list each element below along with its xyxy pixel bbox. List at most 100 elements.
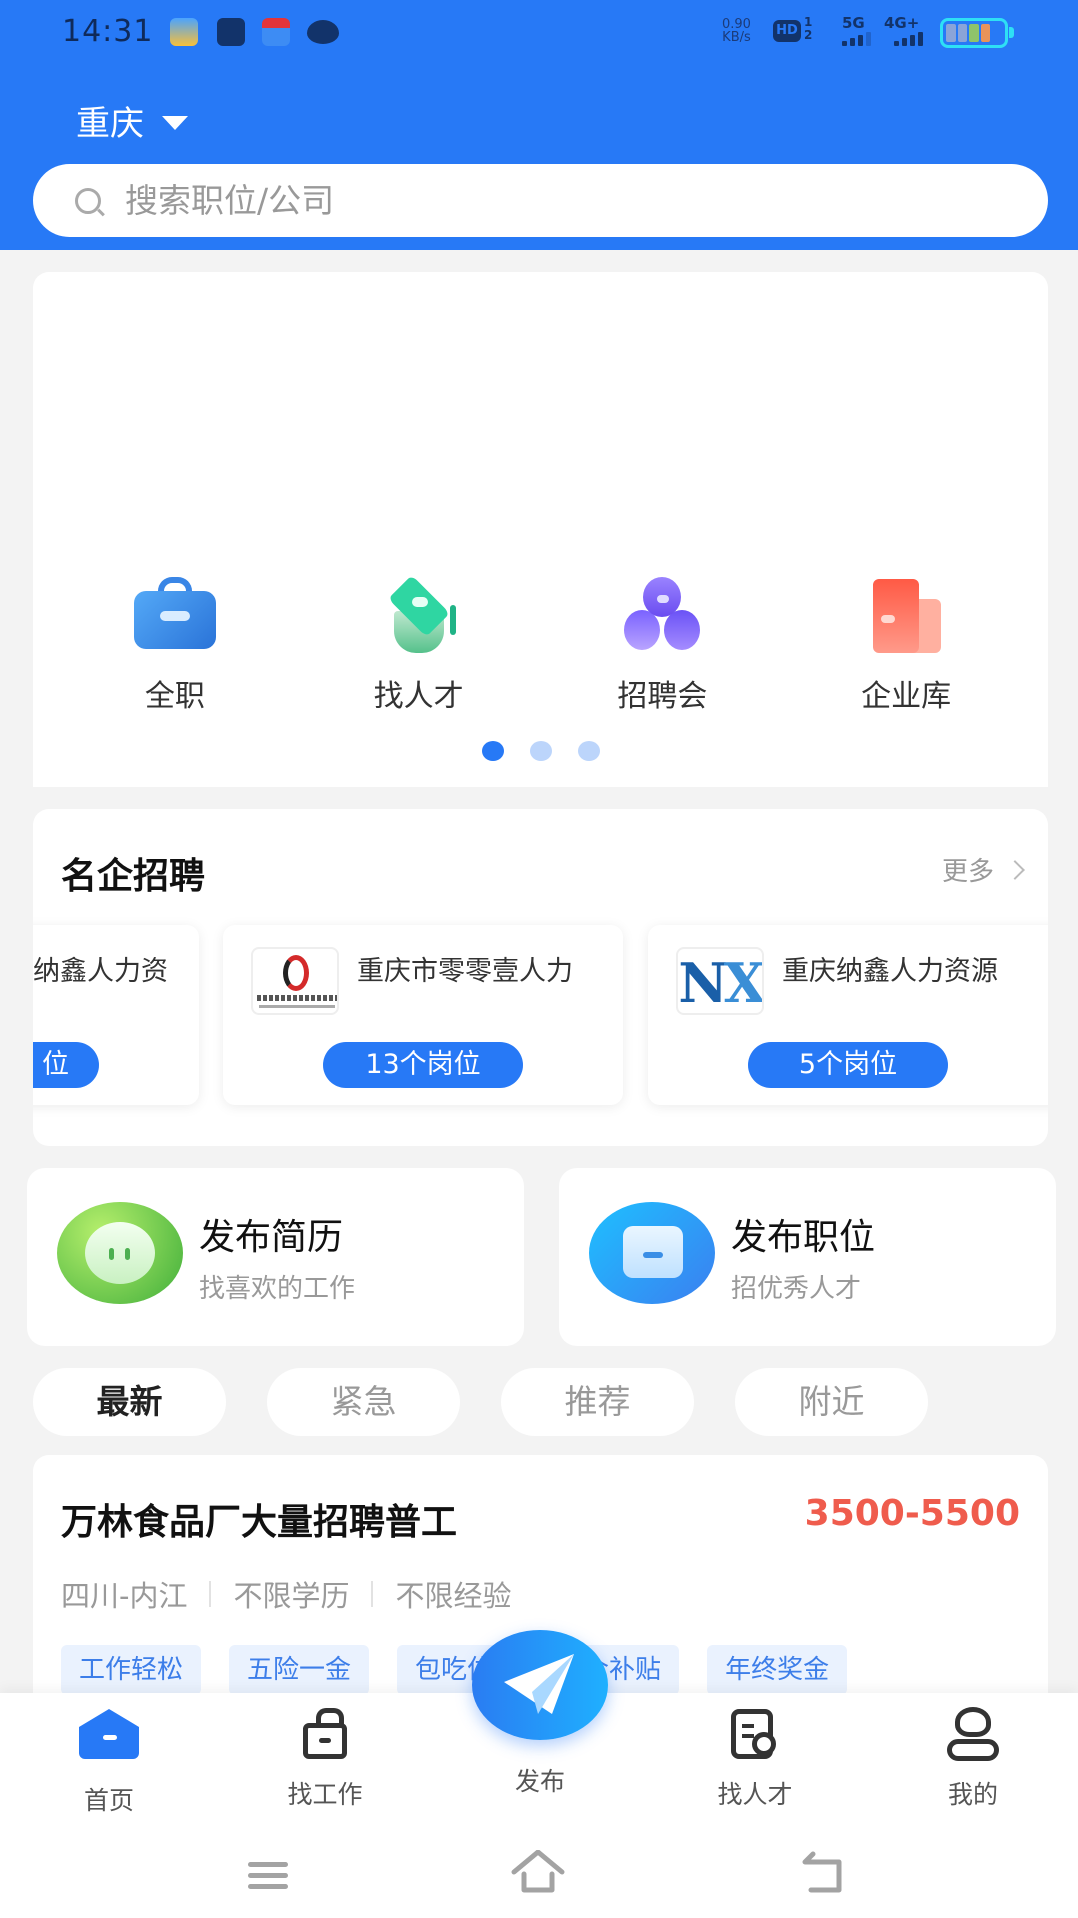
city-selector[interactable]: 重庆 bbox=[76, 96, 188, 145]
network-5g-label: 5G bbox=[842, 14, 865, 32]
company-card[interactable]: NX 重庆纳鑫人力资源 5个岗位 bbox=[648, 925, 1048, 1105]
publish-fab[interactable] bbox=[472, 1630, 608, 1740]
company-name: 重庆纳鑫人力资源 bbox=[782, 956, 998, 987]
company-jobs-button[interactable]: 位 bbox=[33, 1042, 99, 1088]
tab-latest[interactable]: 最新 bbox=[33, 1368, 226, 1436]
company-card[interactable]: 重庆市零零壹人力 13个岗位 bbox=[223, 925, 623, 1105]
chat-bubble-icon bbox=[307, 20, 339, 44]
battery-icon bbox=[940, 18, 1008, 48]
company-jobs-button[interactable]: 5个岗位 bbox=[748, 1042, 948, 1088]
resume-mascot-icon bbox=[57, 1202, 183, 1304]
job-tag: 年终奖金 bbox=[707, 1645, 848, 1695]
home-outline-icon bbox=[511, 1849, 565, 1893]
signal-5g-icon bbox=[842, 32, 871, 46]
job-experience: 不限经验 bbox=[395, 1579, 512, 1613]
user-icon bbox=[941, 1703, 1005, 1763]
graduation-cap-icon bbox=[376, 575, 462, 653]
company-card[interactable]: 纳鑫人力资 位 bbox=[33, 925, 199, 1105]
famous-companies-section: 名企招聘 更多 纳鑫人力资 位 重庆市零零壹人力 13个岗位 NX 重庆纳鑫人力… bbox=[33, 809, 1048, 1146]
kugou-music-icon bbox=[170, 18, 198, 46]
back-button[interactable] bbox=[795, 1850, 855, 1900]
more-link[interactable]: 更多 bbox=[941, 851, 1025, 888]
category-fulltime[interactable]: 全职 bbox=[75, 577, 275, 715]
publish-job-title: 发布职位 bbox=[731, 1217, 876, 1258]
nav-home[interactable]: 首页 bbox=[34, 1703, 184, 1817]
sim-index: 1 2 bbox=[804, 15, 813, 42]
divider bbox=[209, 1581, 212, 1607]
filter-tabs: 最新 紧急 推荐 附近 bbox=[33, 1368, 928, 1436]
job-salary: 3500-5500 bbox=[804, 1493, 1020, 1534]
job-location: 四川-内江 bbox=[61, 1579, 188, 1613]
job-title: 万林食品厂大量招聘普工 bbox=[61, 1502, 458, 1543]
category-label: 找人才 bbox=[373, 679, 464, 714]
caret-down-icon bbox=[162, 115, 188, 130]
city-name: 重庆 bbox=[76, 104, 144, 144]
carousel-dot-3[interactable] bbox=[577, 741, 600, 761]
search-bar[interactable] bbox=[33, 164, 1048, 237]
back-icon bbox=[802, 1851, 842, 1893]
job-tag: 工作轻松 bbox=[61, 1645, 202, 1695]
job-education: 不限学历 bbox=[233, 1579, 350, 1613]
status-bar: 14:31 0.90 KB/s HD 1 2 5G 4G+ bbox=[0, 0, 1078, 70]
network-speed-unit: KB/s bbox=[722, 30, 751, 45]
nx-hr-logo: NX bbox=[676, 947, 764, 1015]
logo-letter: X bbox=[723, 951, 762, 1015]
status-time: 14:31 bbox=[62, 14, 154, 49]
nav-publish-label[interactable]: 发布 bbox=[465, 1762, 615, 1798]
banner-card: 全职 找人才 招聘会 企业库 bbox=[33, 272, 1048, 787]
nav-find-talent[interactable]: 找人才 bbox=[680, 1703, 830, 1811]
home-button[interactable] bbox=[508, 1849, 568, 1900]
category-grid: 全职 找人才 招聘会 企业库 bbox=[33, 575, 1048, 715]
company-building-icon bbox=[863, 577, 949, 653]
job-tags: 工作轻松 五险一金 包吃住 综合补贴 年终奖金 bbox=[61, 1645, 848, 1695]
category-label: 企业库 bbox=[861, 679, 952, 714]
tab-recommended[interactable]: 推荐 bbox=[501, 1368, 694, 1436]
menu-button[interactable] bbox=[240, 1850, 300, 1900]
category-find-talent[interactable]: 找人才 bbox=[319, 575, 519, 715]
tab-nearby[interactable]: 附近 bbox=[735, 1368, 928, 1436]
category-company-library[interactable]: 企业库 bbox=[806, 577, 1006, 715]
logo-letter: N bbox=[678, 951, 727, 1015]
nav-label: 找工作 bbox=[287, 1780, 363, 1809]
carousel-indicator bbox=[33, 741, 1048, 761]
nav-mine[interactable]: 我的 bbox=[898, 1703, 1048, 1811]
menu-icon bbox=[248, 1862, 288, 1889]
nav-find-job[interactable]: 找工作 bbox=[250, 1703, 400, 1811]
nav-label: 找人才 bbox=[717, 1780, 793, 1809]
publish-resume-title: 发布简历 bbox=[199, 1217, 344, 1258]
category-label: 全职 bbox=[144, 679, 205, 714]
more-label: 更多 bbox=[941, 857, 994, 887]
job-tag: 五险一金 bbox=[229, 1645, 370, 1695]
nav-label: 我的 bbox=[947, 1780, 998, 1809]
job-meta: 四川-内江 不限学历 不限经验 bbox=[61, 1573, 512, 1615]
briefcase-icon bbox=[293, 1703, 357, 1763]
system-nav-bar bbox=[0, 1830, 1078, 1918]
job-fair-icon bbox=[619, 577, 705, 653]
lingling-yi-logo bbox=[251, 947, 339, 1015]
tab-urgent[interactable]: 紧急 bbox=[267, 1368, 460, 1436]
company-jobs-button[interactable]: 13个岗位 bbox=[323, 1042, 523, 1088]
search-input[interactable] bbox=[125, 181, 925, 220]
company-name: 重庆市零零壹人力 bbox=[357, 956, 573, 987]
dictionary-app-icon bbox=[262, 18, 290, 46]
category-job-fair[interactable]: 招聘会 bbox=[562, 577, 762, 715]
publish-resume-subtitle: 找喜欢的工作 bbox=[199, 1274, 356, 1304]
home-icon bbox=[77, 1709, 141, 1769]
hd-voice-icon: HD bbox=[773, 20, 801, 42]
network-4g-label: 4G+ bbox=[884, 14, 920, 32]
section-title: 名企招聘 bbox=[61, 856, 206, 897]
publish-job-card[interactable]: 发布职位 招优秀人才 bbox=[559, 1168, 1056, 1346]
chevron-right-icon bbox=[1005, 859, 1025, 880]
publish-job-subtitle: 招优秀人才 bbox=[731, 1274, 862, 1304]
folder-icon bbox=[589, 1202, 715, 1304]
resume-search-icon bbox=[723, 1703, 787, 1763]
company-name: 纳鑫人力资 bbox=[33, 956, 168, 987]
carousel-dot-2[interactable] bbox=[529, 741, 552, 761]
carousel-dot-1[interactable] bbox=[481, 741, 504, 761]
publish-resume-card[interactable]: 发布简历 找喜欢的工作 bbox=[27, 1168, 524, 1346]
briefcase-icon bbox=[132, 577, 218, 653]
company-jobs-label: 位 bbox=[42, 1049, 69, 1080]
header: 14:31 0.90 KB/s HD 1 2 5G 4G+ 重庆 bbox=[0, 0, 1078, 250]
signal-4g-icon bbox=[894, 32, 923, 46]
nav-label: 首页 bbox=[83, 1786, 134, 1815]
